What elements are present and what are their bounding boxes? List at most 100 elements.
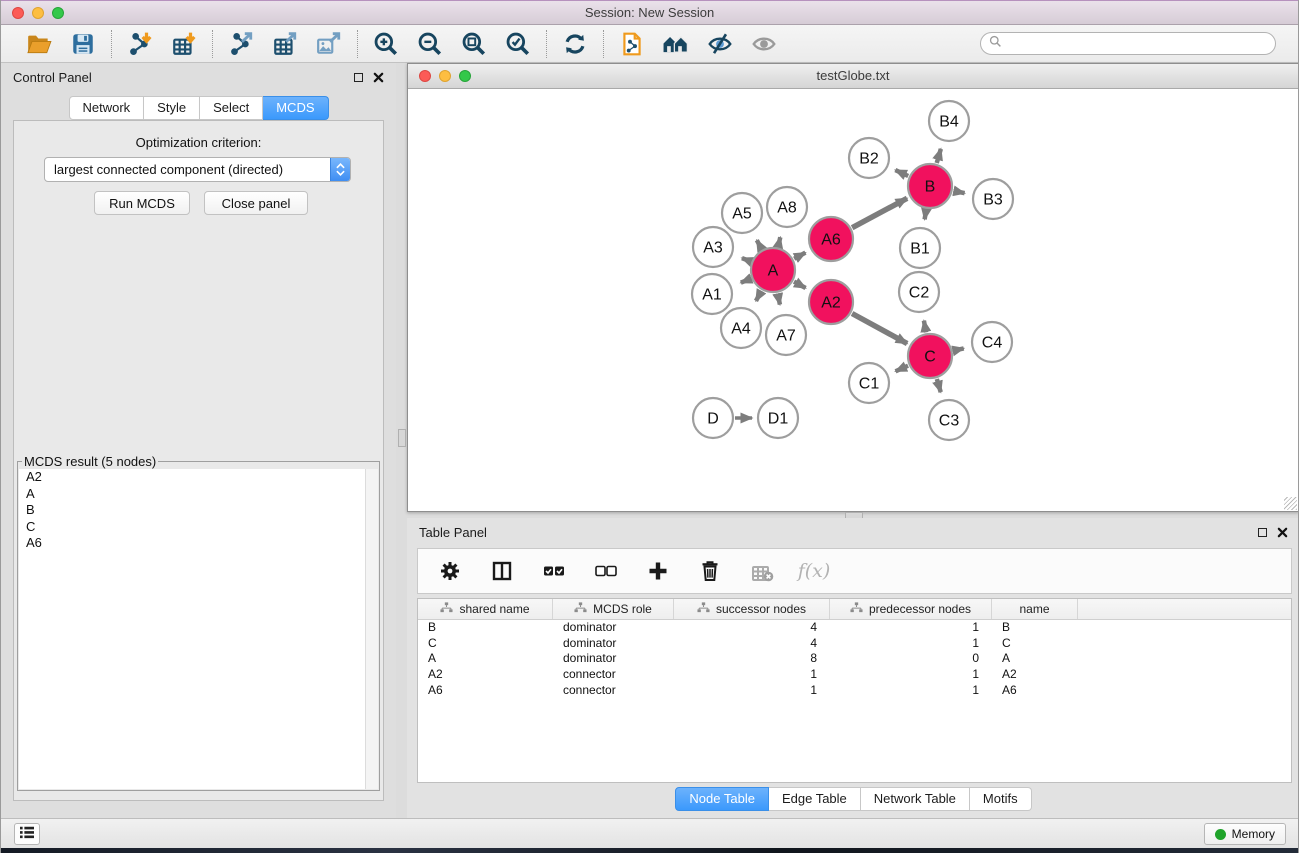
graph-node-A5[interactable]: A5 (722, 193, 762, 233)
graph-node-C2[interactable]: C2 (899, 272, 939, 312)
export-table-icon[interactable] (271, 30, 299, 58)
graph-edge-A-A8[interactable] (778, 237, 780, 246)
export-network-icon[interactable] (227, 30, 255, 58)
table-settings-icon[interactable] (436, 557, 464, 585)
zoom-fit-icon[interactable] (460, 30, 488, 58)
graph-node-B[interactable]: B (908, 164, 952, 208)
column-header-successor-nodes[interactable]: successor nodes (674, 599, 830, 619)
graph-edge-C-C4[interactable] (953, 348, 963, 350)
result-node-item[interactable]: A6 (19, 535, 378, 552)
close-table-panel-icon[interactable] (1277, 527, 1288, 538)
graph-edge-C-C3[interactable] (937, 379, 941, 392)
zoom-out-icon[interactable] (416, 30, 444, 58)
table-row[interactable]: Cdominator41C (418, 636, 1291, 652)
float-table-panel-icon[interactable] (1258, 528, 1267, 537)
task-history-button[interactable] (14, 823, 40, 845)
run-mcds-button[interactable]: Run MCDS (94, 191, 190, 215)
criterion-dropdown[interactable]: largest connected component (directed) (44, 157, 351, 182)
table-tab-node-table[interactable]: Node Table (675, 787, 769, 811)
graph-edge-C-C2[interactable] (924, 321, 926, 333)
graph-node-C4[interactable]: C4 (972, 322, 1012, 362)
add-column-icon[interactable] (644, 557, 672, 585)
function-builder-icon: f(x) (800, 557, 828, 585)
tab-network[interactable]: Network (68, 96, 144, 120)
graph-edge-B-B4[interactable] (937, 149, 941, 163)
graph-edge-A-A6[interactable] (794, 253, 805, 259)
result-node-item[interactable]: A (19, 486, 378, 503)
graph-node-D[interactable]: D (693, 398, 733, 438)
graph-node-D1[interactable]: D1 (758, 398, 798, 438)
graph-node-A6[interactable]: A6 (809, 217, 853, 261)
tab-mcds[interactable]: MCDS (263, 96, 328, 120)
select-all-icon[interactable] (540, 557, 568, 585)
table-row[interactable]: Bdominator41B (418, 620, 1291, 636)
graph-edge-A2-C[interactable] (852, 313, 907, 343)
result-scrollbar[interactable] (365, 469, 378, 789)
graph-node-A7[interactable]: A7 (766, 315, 806, 355)
graph-edge-A-A4[interactable] (756, 291, 761, 301)
table-row[interactable]: Adominator80A (418, 651, 1291, 667)
graph-node-B1[interactable]: B1 (900, 228, 940, 268)
graph-edge-B-B1[interactable] (925, 210, 927, 220)
table-tab-motifs[interactable]: Motifs (970, 787, 1032, 811)
table-tab-edge-table[interactable]: Edge Table (769, 787, 861, 811)
export-image-icon[interactable] (315, 30, 343, 58)
column-header-shared-name[interactable]: shared name (418, 599, 553, 619)
table-tab-network-table[interactable]: Network Table (861, 787, 970, 811)
vertical-splitter-handle[interactable] (398, 429, 406, 447)
refresh-layout-icon[interactable] (561, 30, 589, 58)
clone-network-icon[interactable] (618, 30, 646, 58)
graph-node-A4[interactable]: A4 (721, 308, 761, 348)
result-node-item[interactable]: B (19, 502, 378, 519)
graph-edge-B-B2[interactable] (895, 170, 908, 176)
import-network-icon[interactable] (126, 30, 154, 58)
import-table-icon[interactable] (170, 30, 198, 58)
network-canvas[interactable]: B4 B2 B B3 A5A8A6 A3 B1 A A1 C2 A2 A4A7 C4 C C1 C3 D D1 (408, 89, 1298, 511)
network-window-titlebar[interactable]: testGlobe.txt (408, 64, 1298, 89)
zoom-in-icon[interactable] (372, 30, 400, 58)
open-session-icon[interactable] (25, 30, 53, 58)
table-row[interactable]: A2connector11A2 (418, 667, 1291, 683)
close-panel-button[interactable]: Close panel (204, 191, 308, 215)
graph-node-A2[interactable]: A2 (809, 280, 853, 324)
result-node-item[interactable]: C (19, 519, 378, 536)
save-session-icon[interactable] (69, 30, 97, 58)
memory-button[interactable]: Memory (1204, 823, 1286, 845)
graph-node-B3[interactable]: B3 (973, 179, 1013, 219)
graph-node-C1[interactable]: C1 (849, 363, 889, 403)
float-panel-icon[interactable] (354, 73, 363, 82)
table-row[interactable]: A6connector11A6 (418, 683, 1291, 699)
split-columns-icon[interactable] (488, 557, 516, 585)
graph-node-A3[interactable]: A3 (693, 227, 733, 267)
graph-edge-C-C1[interactable] (896, 366, 909, 372)
deselect-all-icon[interactable] (592, 557, 620, 585)
close-panel-icon[interactable] (373, 72, 384, 83)
tab-style[interactable]: Style (144, 96, 200, 120)
graph-edge-A-A3[interactable] (742, 258, 751, 261)
search-input[interactable] (1007, 37, 1267, 51)
hide-graphics-details-icon[interactable] (750, 30, 778, 58)
graph-node-A[interactable]: A (751, 248, 795, 292)
graph-edge-A-A2[interactable] (794, 282, 806, 288)
graph-edge-B-B3[interactable] (954, 191, 965, 193)
column-header-name[interactable]: name (992, 599, 1078, 619)
graph-edge-A-A5[interactable] (757, 240, 762, 249)
graph-edge-A-A1[interactable] (741, 279, 751, 283)
delete-column-icon[interactable] (696, 557, 724, 585)
graph-node-C3[interactable]: C3 (929, 400, 969, 440)
graph-node-B4[interactable]: B4 (929, 101, 969, 141)
result-node-item[interactable]: A2 (19, 469, 378, 486)
graph-node-A8[interactable]: A8 (767, 187, 807, 227)
graph-node-C[interactable]: C (908, 334, 952, 378)
zoom-selected-icon[interactable] (504, 30, 532, 58)
graph-edge-A6-B[interactable] (852, 198, 907, 227)
column-header-predecessor-nodes[interactable]: predecessor nodes (830, 599, 992, 619)
graph-edge-A-A7[interactable] (778, 294, 780, 305)
open-home-icon[interactable] (662, 30, 690, 58)
graph-node-B2[interactable]: B2 (849, 138, 889, 178)
graph-node-A1[interactable]: A1 (692, 274, 732, 314)
column-header-MCDS-role[interactable]: MCDS role (553, 599, 674, 619)
window-resize-grip[interactable] (1284, 497, 1297, 510)
show-graphics-details-icon[interactable] (706, 30, 734, 58)
tab-select[interactable]: Select (200, 96, 263, 120)
